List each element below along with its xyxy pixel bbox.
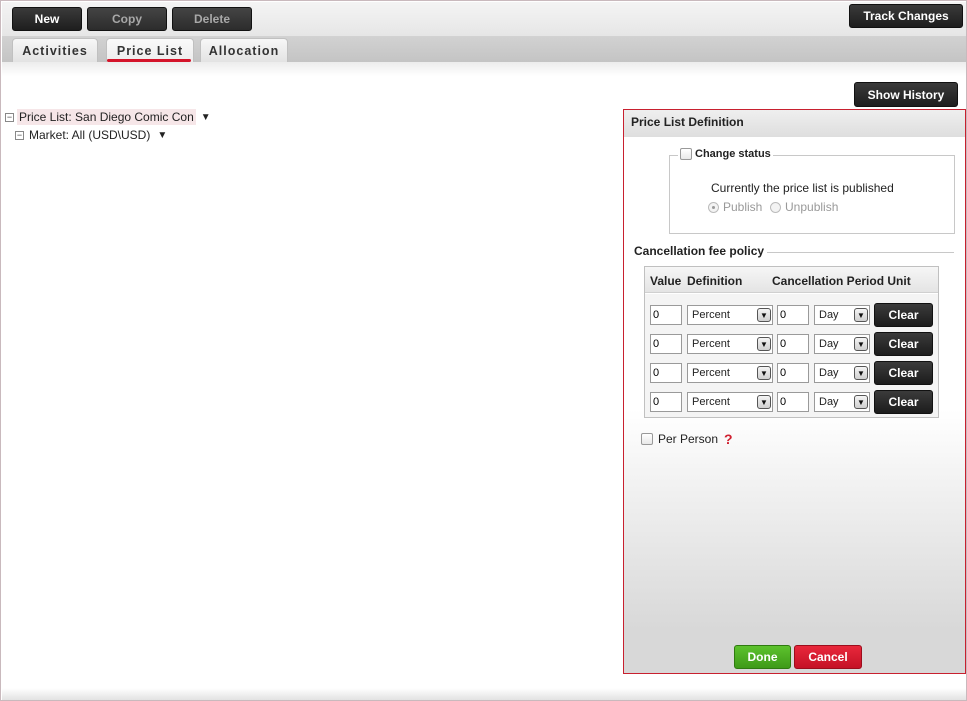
publish-option[interactable]: Publish <box>708 200 762 214</box>
definition-select[interactable]: Percent ▼ <box>687 334 773 354</box>
unit-select-value: Day <box>819 309 839 321</box>
definition-column-header: Definition <box>687 274 743 288</box>
app-frame: New Copy Delete Track Changes Activities… <box>0 0 967 701</box>
fee-value-input[interactable] <box>650 392 682 412</box>
per-person-row[interactable]: Per Person ? <box>641 431 733 447</box>
unpublish-label: Unpublish <box>785 200 839 214</box>
tree-node-price-list[interactable]: − Price List: San Diego Comic Con ▼ <box>5 109 211 125</box>
chevron-down-icon[interactable]: ▼ <box>854 366 868 380</box>
clear-button[interactable]: Clear <box>874 390 933 414</box>
delete-button[interactable]: Delete <box>172 7 252 31</box>
publish-label: Publish <box>723 200 763 214</box>
caret-down-icon[interactable]: ▼ <box>157 130 167 141</box>
definition-select-value: Percent <box>692 367 730 379</box>
price-list-definition-panel: Price List Definition Change status Curr… <box>623 109 966 674</box>
chevron-down-icon[interactable]: ▼ <box>757 395 771 409</box>
definition-select-value: Percent <box>692 396 730 408</box>
tab-allocation[interactable]: Allocation <box>200 38 288 62</box>
period-unit-column-header: Cancellation Period Unit <box>772 274 911 288</box>
tab-activities[interactable]: Activities <box>12 38 98 62</box>
publish-radio[interactable] <box>708 201 719 213</box>
change-status-checkbox[interactable] <box>680 148 692 160</box>
cancel-button[interactable]: Cancel <box>794 645 862 669</box>
chevron-down-icon[interactable]: ▼ <box>854 337 868 351</box>
price-list-label[interactable]: Price List: San Diego Comic Con <box>17 109 196 125</box>
minus-box-icon[interactable]: − <box>5 112 14 122</box>
cancellation-policy-title: Cancellation fee policy <box>634 244 765 258</box>
new-button[interactable]: New <box>12 7 82 31</box>
definition-select[interactable]: Percent ▼ <box>687 305 773 325</box>
question-mark-icon[interactable]: ? <box>724 431 733 447</box>
unit-select[interactable]: Day ▼ <box>814 392 870 412</box>
change-status-label: Change status <box>695 148 771 160</box>
unpublish-radio[interactable] <box>770 201 781 213</box>
section-divider <box>767 252 954 253</box>
track-changes-button[interactable]: Track Changes <box>849 4 963 28</box>
panel-title: Price List Definition <box>624 110 965 137</box>
period-input[interactable] <box>777 305 809 325</box>
period-input[interactable] <box>777 334 809 354</box>
period-input[interactable] <box>777 392 809 412</box>
done-button[interactable]: Done <box>734 645 791 669</box>
unit-select-value: Day <box>819 396 839 408</box>
unit-select-value: Day <box>819 367 839 379</box>
fee-value-input[interactable] <box>650 334 682 354</box>
clear-button[interactable]: Clear <box>874 303 933 327</box>
definition-select-value: Percent <box>692 338 730 350</box>
top-toolbar: New Copy Delete Track Changes <box>2 2 966 36</box>
change-status-legend[interactable]: Change status <box>678 148 773 160</box>
market-label[interactable]: Market: All (USD\USD) <box>27 127 152 143</box>
fee-value-input[interactable] <box>650 363 682 383</box>
tab-subbar <box>2 62 966 76</box>
chevron-down-icon[interactable]: ▼ <box>854 395 868 409</box>
unit-select[interactable]: Day ▼ <box>814 363 870 383</box>
definition-select[interactable]: Percent ▼ <box>687 363 773 383</box>
change-status-fieldset: Change status Currently the price list i… <box>669 148 955 234</box>
cancellation-fee-table: Value Definition Cancellation Period Uni… <box>644 266 939 418</box>
unpublish-option[interactable]: Unpublish <box>770 200 838 214</box>
chevron-down-icon[interactable]: ▼ <box>757 366 771 380</box>
unit-select[interactable]: Day ▼ <box>814 305 870 325</box>
definition-select-value: Percent <box>692 309 730 321</box>
fee-value-input[interactable] <box>650 305 682 325</box>
fee-table-body: Percent▼ Day▼ Clear Percent▼ Day▼ Clear … <box>645 294 938 417</box>
unit-select[interactable]: Day ▼ <box>814 334 870 354</box>
value-column-header: Value <box>650 274 682 288</box>
bottom-bar <box>2 688 966 700</box>
period-input[interactable] <box>777 363 809 383</box>
per-person-checkbox[interactable] <box>641 433 653 445</box>
clear-button[interactable]: Clear <box>874 361 933 385</box>
chevron-down-icon[interactable]: ▼ <box>757 308 771 322</box>
caret-down-icon[interactable]: ▼ <box>201 112 211 123</box>
publish-status-text: Currently the price list is published <box>711 181 894 195</box>
per-person-label: Per Person <box>658 432 719 446</box>
show-history-button[interactable]: Show History <box>854 82 958 107</box>
fee-table-header: Value Definition Cancellation Period Uni… <box>645 267 938 293</box>
chevron-down-icon[interactable]: ▼ <box>854 308 868 322</box>
chevron-down-icon[interactable]: ▼ <box>757 337 771 351</box>
unit-select-value: Day <box>819 338 839 350</box>
tree-node-market[interactable]: − Market: All (USD\USD) ▼ <box>15 127 167 143</box>
minus-box-icon[interactable]: − <box>15 130 24 140</box>
clear-button[interactable]: Clear <box>874 332 933 356</box>
copy-button[interactable]: Copy <box>87 7 167 31</box>
definition-select[interactable]: Percent ▼ <box>687 392 773 412</box>
